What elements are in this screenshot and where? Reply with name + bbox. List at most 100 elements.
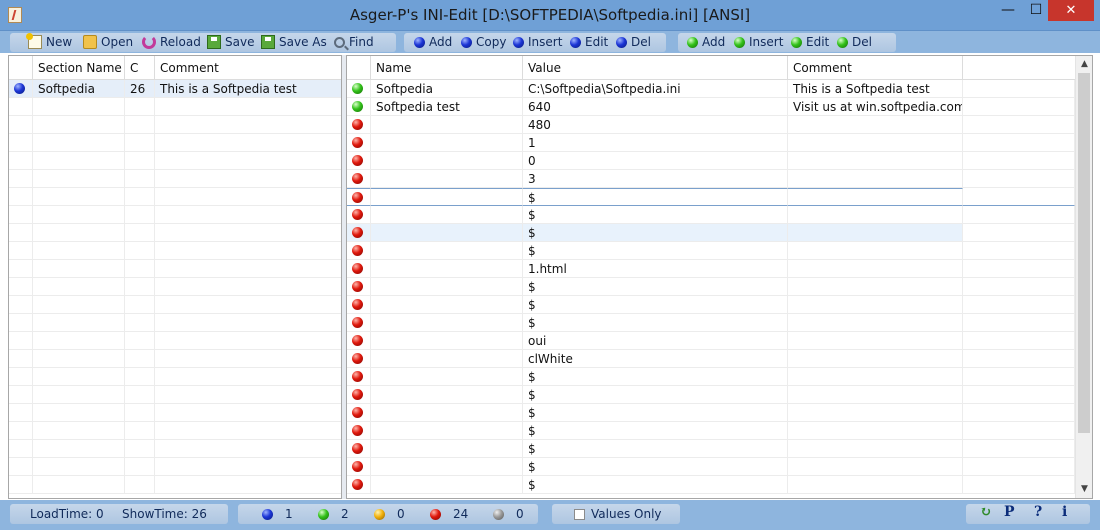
key-insert-button[interactable]: Insert <box>734 34 783 50</box>
empty-cell <box>155 332 341 350</box>
section-row[interactable] <box>9 152 341 170</box>
close-button[interactable]: ✕ <box>1048 0 1094 21</box>
key-edit-button[interactable]: Edit <box>791 34 829 50</box>
key-row[interactable]: $ <box>347 476 1075 494</box>
section-del-button[interactable]: Del <box>616 34 651 50</box>
sections-header-count[interactable]: C <box>125 56 155 80</box>
section-row[interactable] <box>9 98 341 116</box>
key-row[interactable]: $ <box>347 314 1075 332</box>
key-row[interactable]: 480 <box>347 116 1075 134</box>
open-button[interactable]: Open <box>83 34 133 50</box>
p-icon[interactable]: P <box>1004 504 1015 520</box>
red-ball-icon <box>352 443 363 454</box>
red-ball-icon <box>352 371 363 382</box>
section-row[interactable] <box>9 350 341 368</box>
find-button[interactable]: Find <box>334 34 374 50</box>
key-add-button[interactable]: Add <box>687 34 725 50</box>
empty-cell <box>125 278 155 296</box>
section-row[interactable] <box>9 476 341 494</box>
red-ball-icon <box>352 227 363 238</box>
filler-cell <box>963 98 1075 116</box>
sections-header-name[interactable]: Section Name <box>33 56 125 80</box>
section-row[interactable] <box>9 134 341 152</box>
section-row[interactable] <box>9 368 341 386</box>
key-row[interactable]: $ <box>347 458 1075 476</box>
empty-cell <box>9 314 33 332</box>
section-row[interactable] <box>9 260 341 278</box>
scrollbar-thumb[interactable] <box>1078 73 1090 433</box>
save-as-button[interactable]: Save As <box>261 34 327 50</box>
key-row[interactable]: $ <box>347 422 1075 440</box>
keys-grid[interactable]: Name Value Comment Softpedia C:\Softpedia… <box>346 55 1093 499</box>
section-row[interactable] <box>9 170 341 188</box>
reload-button[interactable]: Reload <box>142 34 201 50</box>
section-row[interactable] <box>9 278 341 296</box>
section-count-cell: 26 <box>125 80 155 98</box>
key-row[interactable]: $ <box>347 188 1075 206</box>
key-row[interactable]: oui <box>347 332 1075 350</box>
section-row[interactable]: Softpedia 26 This is a Softpedia test <box>9 80 341 98</box>
section-row[interactable] <box>9 206 341 224</box>
section-row[interactable] <box>9 188 341 206</box>
help-icon[interactable]: ? <box>1034 504 1042 520</box>
key-row[interactable]: $ <box>347 242 1075 260</box>
section-row[interactable] <box>9 314 341 332</box>
maximize-button[interactable]: ☐ <box>1022 0 1050 21</box>
section-row[interactable] <box>9 296 341 314</box>
key-row[interactable]: $ <box>347 278 1075 296</box>
key-row[interactable]: $ <box>347 296 1075 314</box>
save-button[interactable]: Save <box>207 34 254 50</box>
scroll-down-icon[interactable]: ▼ <box>1076 481 1092 498</box>
section-row[interactable] <box>9 116 341 134</box>
key-row[interactable]: $ <box>347 440 1075 458</box>
checkbox-icon[interactable] <box>574 508 585 520</box>
new-button[interactable]: New <box>26 33 72 50</box>
section-row[interactable] <box>9 224 341 242</box>
section-row[interactable] <box>9 458 341 476</box>
empty-cell <box>9 422 33 440</box>
key-row[interactable]: 1 <box>347 134 1075 152</box>
key-comment-cell <box>788 368 963 386</box>
key-row[interactable]: $ <box>347 386 1075 404</box>
keys-header-value[interactable]: Value <box>523 56 788 80</box>
info-icon[interactable]: i <box>1062 504 1067 520</box>
sections-grid[interactable]: Section Name C Comment Softpedia 26 This i… <box>8 55 342 499</box>
keys-header-comment[interactable]: Comment <box>788 56 963 80</box>
key-icon-cell <box>347 368 371 386</box>
key-icon-cell <box>347 314 371 332</box>
key-del-button[interactable]: Del <box>837 34 872 50</box>
minimize-button[interactable]: — <box>994 0 1022 21</box>
key-row[interactable]: $ <box>347 368 1075 386</box>
key-row[interactable]: 1.html <box>347 260 1075 278</box>
empty-cell <box>155 188 341 206</box>
key-row[interactable]: 0 <box>347 152 1075 170</box>
blue-ball-icon <box>461 36 472 48</box>
key-name-cell <box>371 368 523 386</box>
section-insert-button[interactable]: Insert <box>513 34 562 50</box>
section-edit-button[interactable]: Edit <box>570 34 608 50</box>
key-row[interactable]: clWhite <box>347 350 1075 368</box>
section-add-button[interactable]: Add <box>414 34 452 50</box>
key-row[interactable]: $ <box>347 404 1075 422</box>
blue-ball-icon <box>570 36 581 48</box>
keys-scrollbar[interactable]: ▲ ▼ <box>1075 56 1092 498</box>
section-row[interactable] <box>9 332 341 350</box>
key-row[interactable]: Softpedia C:\Softpedia\Softpedia.ini This … <box>347 80 1075 98</box>
key-row[interactable]: $ <box>347 224 1075 242</box>
values-only-checkbox[interactable]: Values Only <box>574 507 662 521</box>
key-row[interactable]: Softpedia test 640 Visit us at win.softped… <box>347 98 1075 116</box>
section-row[interactable] <box>9 422 341 440</box>
blue-ball-icon <box>616 36 627 48</box>
key-edit-label: Edit <box>806 35 830 49</box>
refresh-arrow-icon[interactable]: ↻ <box>980 504 992 520</box>
key-row[interactable]: $ <box>347 206 1075 224</box>
key-row[interactable]: 3 <box>347 170 1075 188</box>
scroll-up-icon[interactable]: ▲ <box>1076 56 1092 73</box>
keys-header-name[interactable]: Name <box>371 56 523 80</box>
section-copy-button[interactable]: Copy <box>461 34 506 50</box>
section-row[interactable] <box>9 386 341 404</box>
section-row[interactable] <box>9 440 341 458</box>
section-row[interactable] <box>9 404 341 422</box>
section-row[interactable] <box>9 242 341 260</box>
sections-header-comment[interactable]: Comment <box>155 56 341 80</box>
